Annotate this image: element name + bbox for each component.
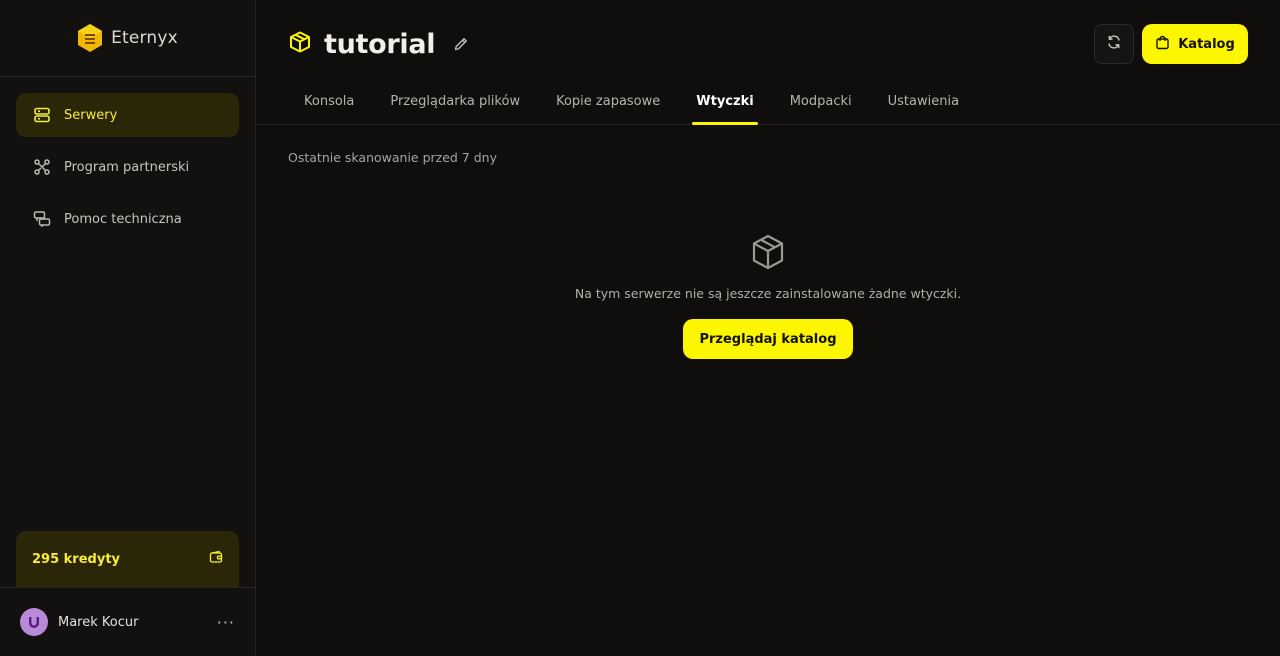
empty-state: Na tym serwerze nie są jeszcze zainstalo… (256, 232, 1280, 359)
brand-name: Eternyx (111, 28, 178, 48)
tab-label: Ustawienia (887, 93, 960, 109)
sidebar-nav: Serwery Program partnerski Pomoc technic… (0, 77, 255, 241)
tab-file-browser[interactable]: Przeglądarka plików (372, 78, 538, 124)
more-options-icon[interactable]: ··· (217, 613, 235, 632)
package-icon (748, 232, 788, 272)
tab-backups[interactable]: Kopie zapasowe (538, 78, 678, 124)
page-title: tutorial (324, 28, 436, 60)
browse-catalog-button[interactable]: Przeglądaj katalog (683, 319, 853, 359)
tab-label: Modpacki (789, 93, 852, 109)
tab-plugins[interactable]: Wtyczki (678, 78, 771, 125)
avatar-face-icon (29, 617, 39, 628)
tab-label: Kopie zapasowe (556, 93, 661, 109)
edit-pencil-icon[interactable] (453, 36, 469, 52)
tab-modpacks[interactable]: Modpacki (772, 78, 870, 124)
empty-state-message: Na tym serwerze nie są jeszcze zainstalo… (574, 286, 962, 301)
wallet-icon[interactable] (209, 550, 223, 568)
sidebar: Eternyx Serwery Program partnerski Pomoc… (0, 0, 256, 656)
scan-info-text: Ostatnie skanowanie przed 7 dny (288, 150, 497, 165)
sidebar-item-servers[interactable]: Serwery (16, 93, 239, 137)
refresh-icon (1106, 34, 1122, 54)
tab-label: Konsola (304, 93, 355, 109)
credits-label: 295 kredyty (32, 551, 121, 567)
refresh-button[interactable] (1094, 24, 1134, 64)
user-name: Marek Kocur (58, 614, 139, 630)
sidebar-item-support[interactable]: Pomoc techniczna (16, 197, 239, 241)
main-content: tutorial Katalog Konsola Przeglądarka pl… (256, 0, 1280, 656)
credits-card[interactable]: 295 kredyty (16, 531, 239, 587)
tab-settings[interactable]: Ustawienia (870, 78, 977, 124)
sidebar-item-label: Program partnerski (64, 159, 190, 175)
sidebar-item-label: Pomoc techniczna (64, 211, 182, 227)
server-header: tutorial (288, 24, 469, 64)
user-profile[interactable]: Marek Kocur ··· (0, 587, 255, 656)
sidebar-item-partner-program[interactable]: Program partnerski (16, 145, 239, 189)
sidebar-item-label: Serwery (64, 107, 118, 123)
avatar (20, 608, 48, 636)
cube-icon (288, 30, 312, 58)
shopping-bag-icon (1155, 35, 1170, 54)
server-icon (32, 105, 52, 125)
tab-label: Przeglądarka plików (390, 93, 521, 109)
tab-console[interactable]: Konsola (286, 78, 372, 124)
brand[interactable]: Eternyx (0, 0, 255, 77)
chat-bubbles-icon (32, 209, 52, 229)
tab-bar: Konsola Przeglądarka plików Kopie zapaso… (256, 78, 1280, 125)
nodes-icon (32, 157, 52, 177)
catalog-button[interactable]: Katalog (1142, 24, 1248, 64)
tab-label: Wtyczki (696, 93, 754, 109)
catalog-button-label: Katalog (1178, 36, 1235, 52)
logo-icon (78, 24, 103, 52)
